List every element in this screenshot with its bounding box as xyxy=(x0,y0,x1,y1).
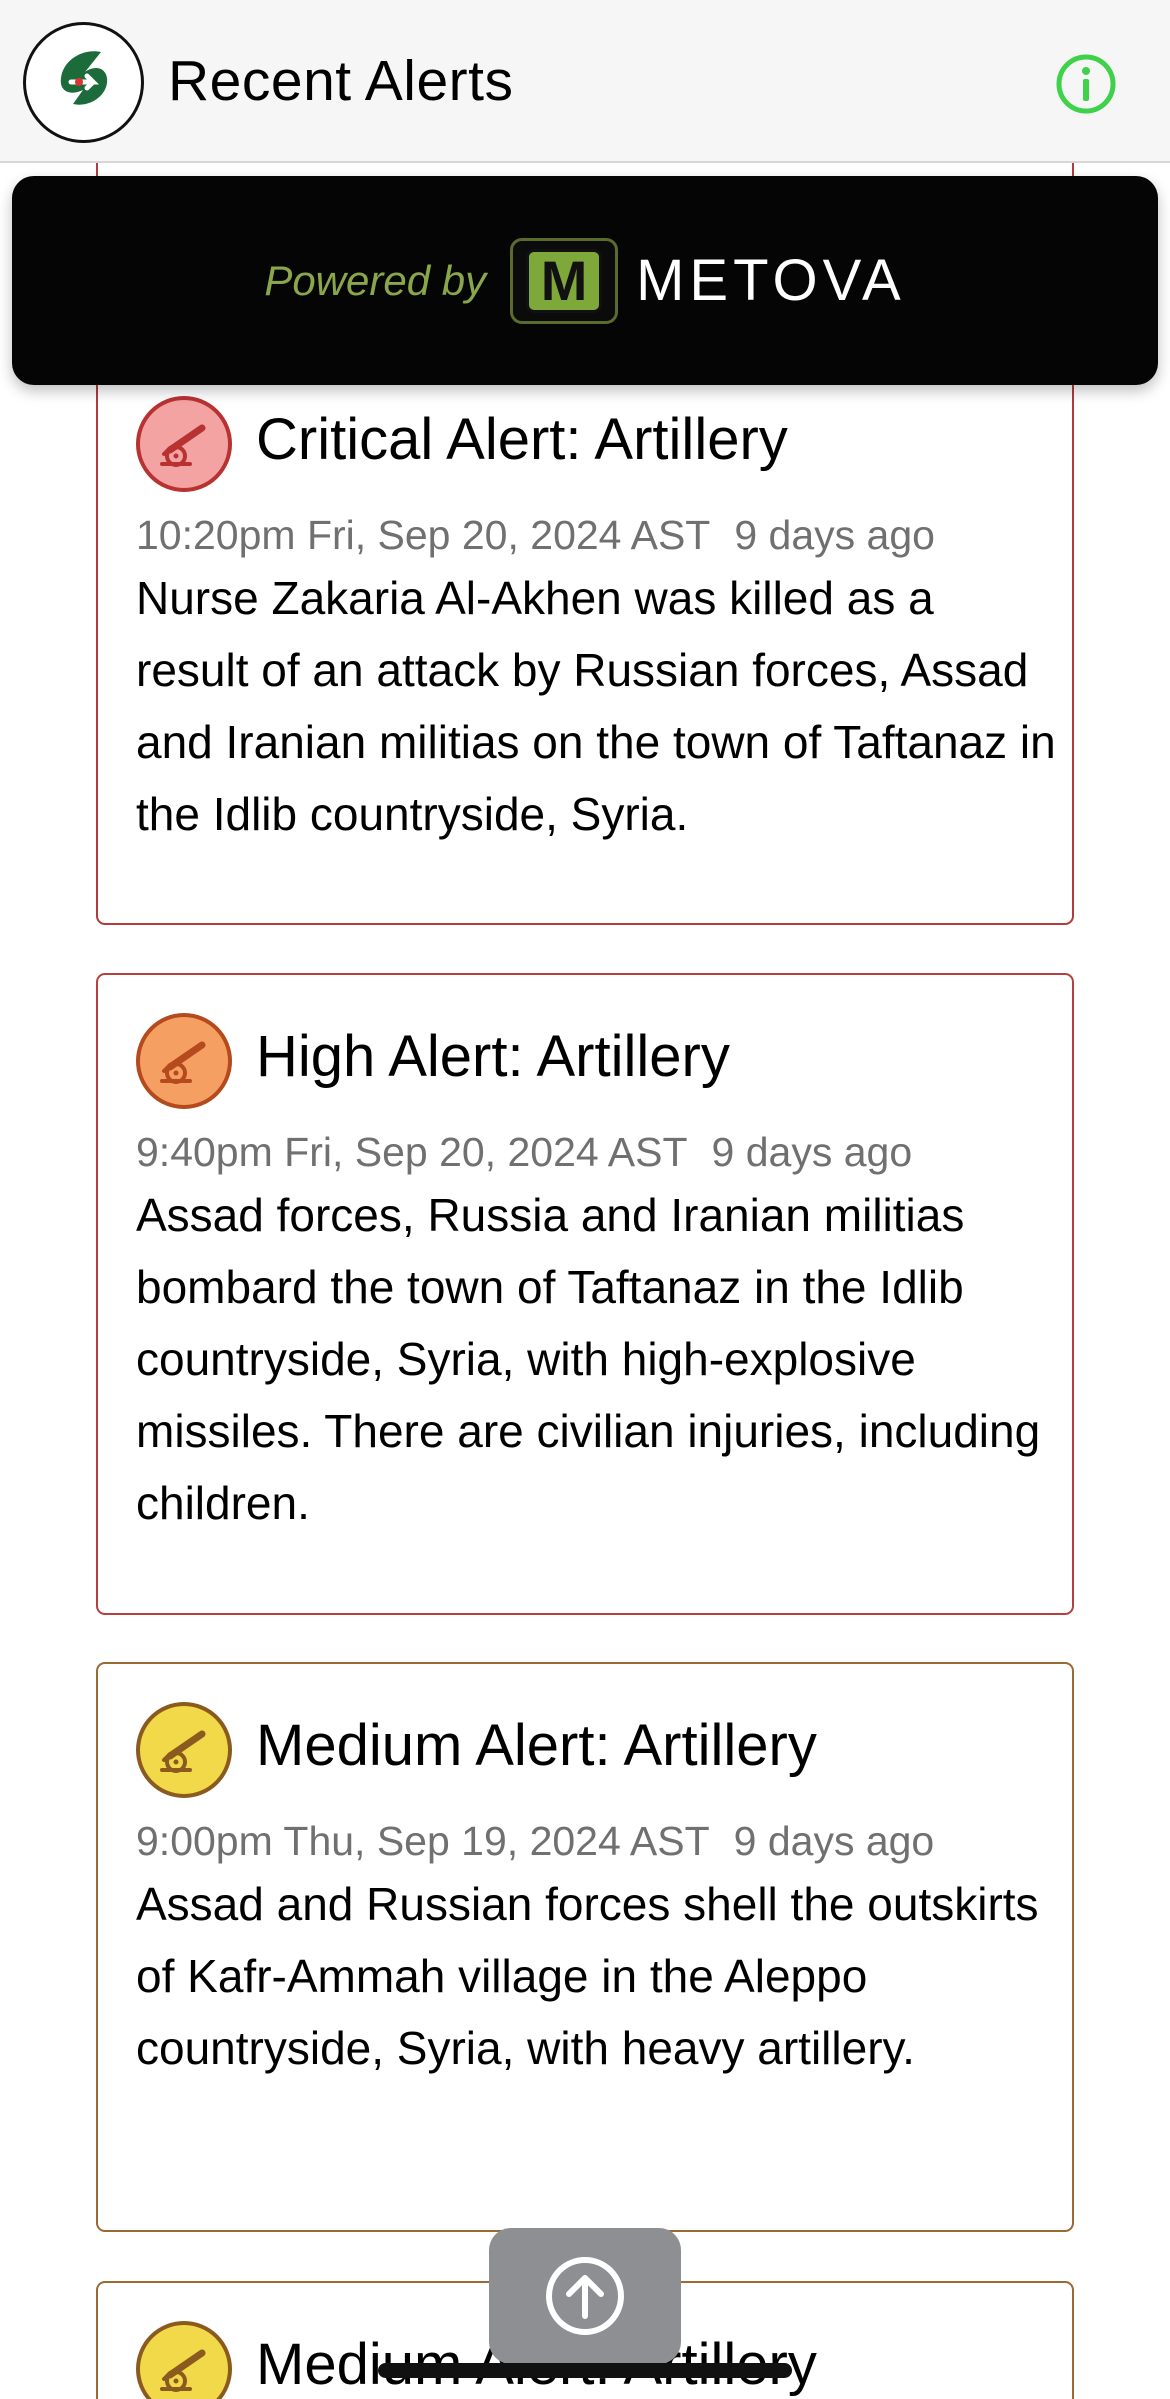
arrow-up-circle-icon xyxy=(546,2257,624,2335)
powered-by-banner[interactable]: Powered by M METOVA xyxy=(12,176,1158,385)
alert-title: Critical Alert: Artillery xyxy=(256,407,788,472)
alert-meta: 9:00pm Thu, Sep 19, 2024 AST 9 days ago xyxy=(136,1818,934,1865)
alert-description: Assad and Russian forces shell the outsk… xyxy=(136,1878,1039,2074)
alert-card[interactable]: High Alert: Artillery 9:40pm Fri, Sep 20… xyxy=(96,973,1074,1615)
artillery-icon xyxy=(136,396,232,492)
alert-meta: 9:40pm Fri, Sep 20, 2024 AST 9 days ago xyxy=(136,1129,912,1176)
alert-description: Assad forces, Russia and Iranian militia… xyxy=(136,1189,1041,1529)
artillery-icon xyxy=(136,1702,232,1798)
alert-description: Nurse Zakaria Al-Akhen was killed as a r… xyxy=(136,572,1056,840)
alert-age: 9 days ago xyxy=(711,1129,913,1175)
artillery-icon xyxy=(136,1013,232,1109)
app-header: Recent Alerts xyxy=(0,0,1170,163)
powered-by-label: Powered by xyxy=(264,256,487,304)
artillery-icon xyxy=(136,2321,232,2399)
metova-logo-icon: M xyxy=(510,237,619,324)
alert-title: Medium Alert: Artillery xyxy=(256,1713,817,1778)
alert-meta: 10:20pm Fri, Sep 20, 2024 AST 9 days ago xyxy=(136,512,935,559)
app-logo-icon[interactable] xyxy=(23,22,144,143)
alert-title: High Alert: Artillery xyxy=(256,1024,730,1089)
alert-time: 10:20pm Fri, Sep 20, 2024 AST xyxy=(136,512,711,558)
alert-time: 9:00pm Thu, Sep 19, 2024 AST xyxy=(136,1818,710,1864)
alert-card[interactable]: Medium Alert: Artillery 9:00pm Thu, Sep … xyxy=(96,1662,1074,2232)
home-indicator xyxy=(378,2363,792,2378)
alert-time: 9:40pm Fri, Sep 20, 2024 AST xyxy=(136,1129,688,1175)
alert-age: 9 days ago xyxy=(733,1818,935,1864)
info-icon[interactable] xyxy=(1055,53,1117,115)
metova-brand-name: METOVA xyxy=(636,248,906,313)
page-title: Recent Alerts xyxy=(168,49,514,113)
alert-age: 9 days ago xyxy=(734,512,935,558)
metova-logo-letter: M xyxy=(526,248,603,313)
scroll-to-top-button[interactable] xyxy=(489,2228,681,2364)
